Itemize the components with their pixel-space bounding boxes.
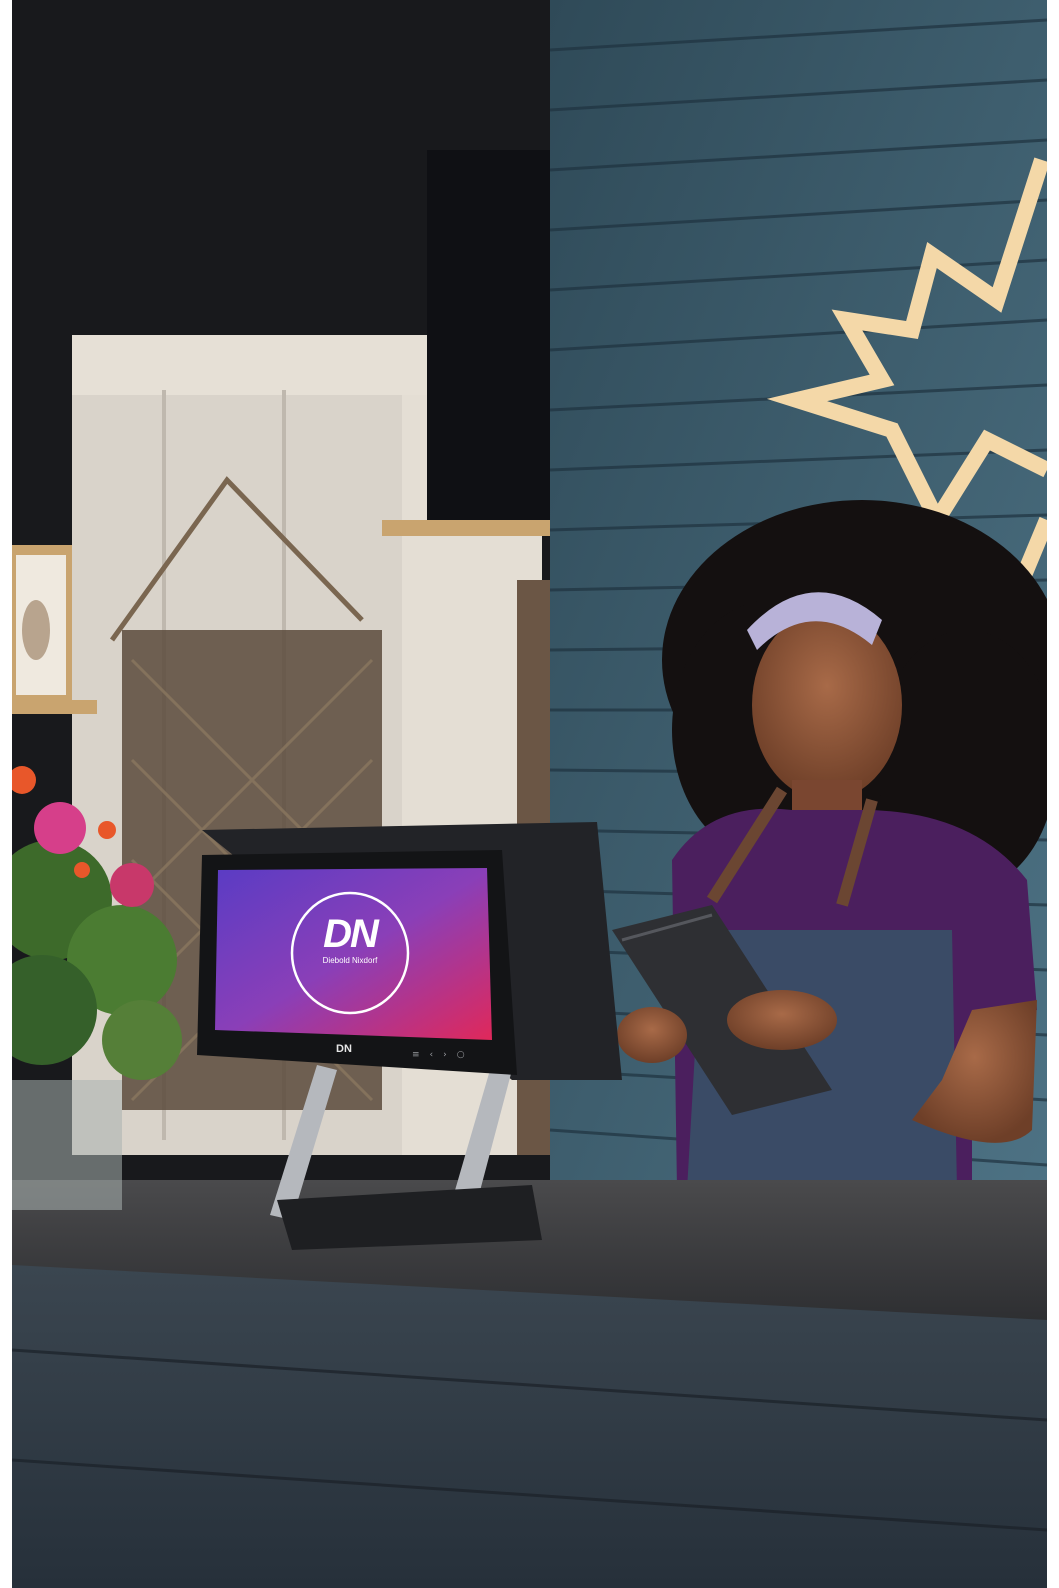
chevron-right-icon[interactable]: › (443, 1050, 447, 1060)
bezel-buttons: ≡ ‹ › ○ (412, 1050, 465, 1060)
bezel-logo: DN (336, 1043, 352, 1055)
diebold-nixdorf-logo: DN (323, 912, 379, 956)
scene-illustration (12, 0, 1047, 1588)
screen-logo: DN Diebold Nixdorf (305, 912, 395, 966)
power-icon[interactable]: ○ (457, 1050, 465, 1060)
chevron-left-icon[interactable]: ‹ (430, 1050, 434, 1060)
photo-scene: DN Diebold Nixdorf DN ≡ ‹ › ○ (12, 0, 1047, 1588)
brand-name: Diebold Nixdorf (322, 956, 378, 965)
menu-icon[interactable]: ≡ (412, 1050, 420, 1060)
